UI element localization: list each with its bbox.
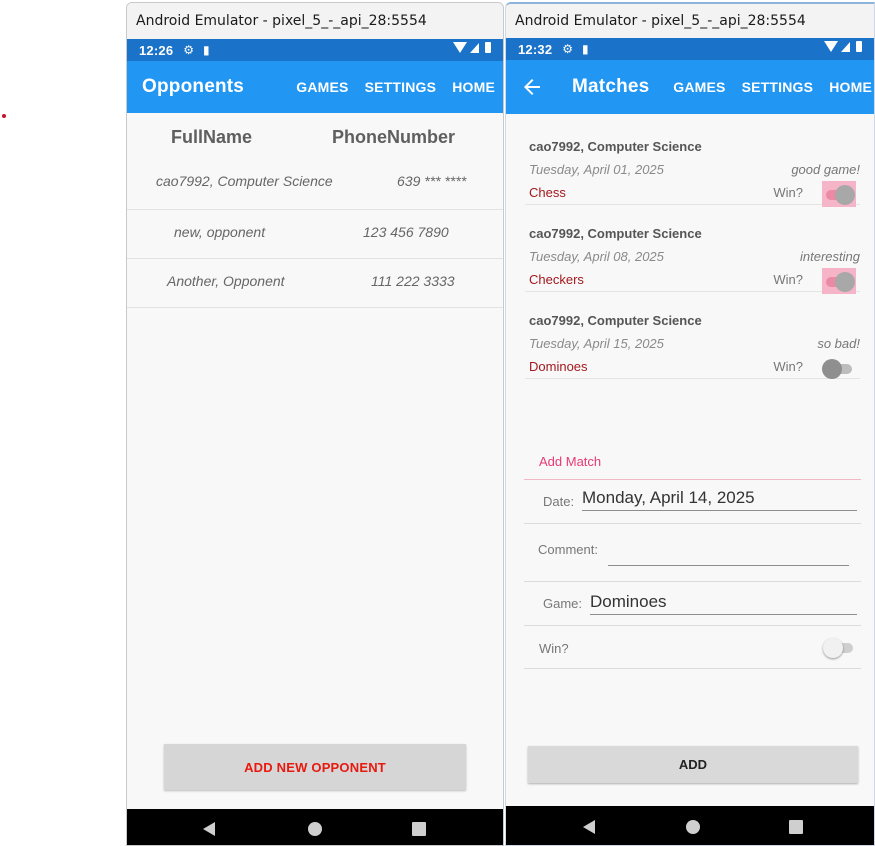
wifi-icon (824, 41, 838, 52)
recents-icon[interactable] (412, 822, 426, 836)
gear-icon: ⚙ (562, 42, 574, 56)
opponent-name: cao7992, Computer Science (156, 173, 333, 189)
recents-icon[interactable] (789, 820, 803, 834)
top-nav: GAMES SETTINGS HOME (673, 79, 872, 95)
table-row[interactable]: Another, Opponent 111 222 3333 (127, 259, 503, 308)
add-button[interactable]: ADD (528, 746, 858, 783)
top-nav: GAMES SETTINGS HOME (296, 79, 495, 95)
add-new-opponent-button[interactable]: ADD NEW OPPONENT (164, 744, 466, 790)
nav-games[interactable]: GAMES (296, 79, 348, 95)
opponent-phone: 639 *** **** (397, 173, 467, 189)
date-label: Date: (543, 494, 575, 509)
win-row: Win? (524, 626, 861, 669)
match-win-label: Win? (773, 272, 803, 287)
android-nav-bar (127, 809, 503, 845)
opponent-name: new, opponent (174, 224, 266, 240)
status-time: 12:26 (139, 42, 174, 58)
list-item[interactable]: cao7992, Computer Science Tuesday, April… (525, 205, 860, 294)
match-comment: good game! (791, 162, 860, 177)
back-icon[interactable] (203, 822, 215, 836)
date-row: Date: Monday, April 14, 2025 (524, 480, 861, 524)
emulator-window-matches: Android Emulator - pixel_5_-_api_28:5554… (505, 2, 875, 846)
win-label: Win? (539, 641, 569, 656)
nav-games[interactable]: GAMES (673, 79, 725, 95)
red-dot (2, 114, 6, 118)
desktop: Android Emulator - pixel_5_-_api_28:5554… (0, 0, 875, 846)
match-game: Dominoes (529, 359, 588, 374)
matches-content: cao7992, Computer Science Tuesday, April… (506, 114, 874, 806)
nav-settings[interactable]: SETTINGS (365, 79, 437, 95)
table-header: FullName PhoneNumber (127, 113, 503, 161)
game-picker[interactable]: Dominoes (590, 592, 857, 615)
match-game: Chess (529, 185, 566, 200)
sd-card-icon: ▮ (203, 43, 210, 57)
status-bar: 12:32 ⚙ ▮ (506, 38, 874, 60)
signal-icon (470, 42, 479, 53)
window-title: Android Emulator - pixel_5_-_api_28:5554 (127, 3, 503, 39)
battery-icon (485, 42, 491, 53)
table-row[interactable]: new, opponent 123 456 7890 (127, 210, 503, 259)
match-win-label: Win? (773, 185, 803, 200)
app-bar: Matches GAMES SETTINGS HOME (506, 60, 874, 114)
match-opponent: cao7992, Computer Science (529, 139, 702, 154)
match-comment: so bad! (817, 336, 860, 351)
signal-icon (841, 41, 850, 52)
opponent-phone: 111 222 3333 (371, 273, 455, 289)
date-picker[interactable]: Monday, April 14, 2025 (582, 488, 857, 511)
win-toggle[interactable] (822, 181, 856, 207)
nav-home[interactable]: HOME (452, 79, 495, 95)
home-icon[interactable] (686, 820, 700, 834)
match-date: Tuesday, April 15, 2025 (529, 336, 664, 351)
sd-card-icon: ▮ (582, 42, 589, 56)
gear-icon: ⚙ (183, 43, 195, 57)
table-row[interactable]: cao7992, Computer Science 639 *** **** (127, 161, 503, 210)
app-bar: Opponents GAMES SETTINGS HOME (127, 61, 503, 113)
win-toggle[interactable] (822, 268, 856, 294)
match-game: Checkers (529, 272, 584, 287)
match-date: Tuesday, April 01, 2025 (529, 162, 664, 177)
add-match-header: Add Match (524, 439, 861, 480)
list-item[interactable]: cao7992, Computer Science Tuesday, April… (525, 118, 860, 207)
battery-icon (856, 41, 862, 52)
match-date: Tuesday, April 08, 2025 (529, 249, 664, 264)
comment-label: Comment: (538, 542, 598, 557)
wifi-icon (453, 42, 467, 53)
page-title: Matches (572, 76, 650, 97)
match-comment: interesting (800, 249, 860, 264)
game-row: Game: Dominoes (524, 582, 861, 626)
match-opponent: cao7992, Computer Science (529, 226, 702, 241)
game-label: Game: (543, 596, 583, 611)
opponent-name: Another, Opponent (167, 273, 285, 289)
nav-home[interactable]: HOME (829, 79, 872, 95)
comment-row: Comment: (524, 524, 861, 582)
status-time: 12:32 (518, 41, 553, 57)
win-toggle[interactable] (823, 634, 857, 660)
column-header-fullname: FullName (171, 127, 253, 147)
page-title: Opponents (142, 76, 245, 97)
status-bar: 12:26 ⚙ ▮ (127, 39, 503, 61)
android-nav-bar (506, 806, 874, 845)
home-icon[interactable] (308, 822, 322, 836)
window-title: Android Emulator - pixel_5_-_api_28:5554 (506, 4, 874, 38)
nav-settings[interactable]: SETTINGS (742, 79, 814, 95)
back-arrow-icon[interactable] (520, 75, 544, 99)
back-icon[interactable] (583, 820, 595, 834)
column-header-phonenumber: PhoneNumber (332, 127, 456, 147)
match-win-label: Win? (773, 359, 803, 374)
match-opponent: cao7992, Computer Science (529, 313, 702, 328)
emulator-window-opponents: Android Emulator - pixel_5_-_api_28:5554… (126, 2, 504, 846)
opponents-content: FullName PhoneNumber cao7992, Computer S… (127, 113, 503, 809)
comment-input[interactable] (608, 554, 849, 566)
win-toggle[interactable] (822, 355, 856, 381)
add-match-label: Add Match (539, 454, 602, 469)
list-item[interactable]: cao7992, Computer Science Tuesday, April… (525, 292, 860, 379)
opponent-phone: 123 456 7890 (363, 224, 449, 240)
